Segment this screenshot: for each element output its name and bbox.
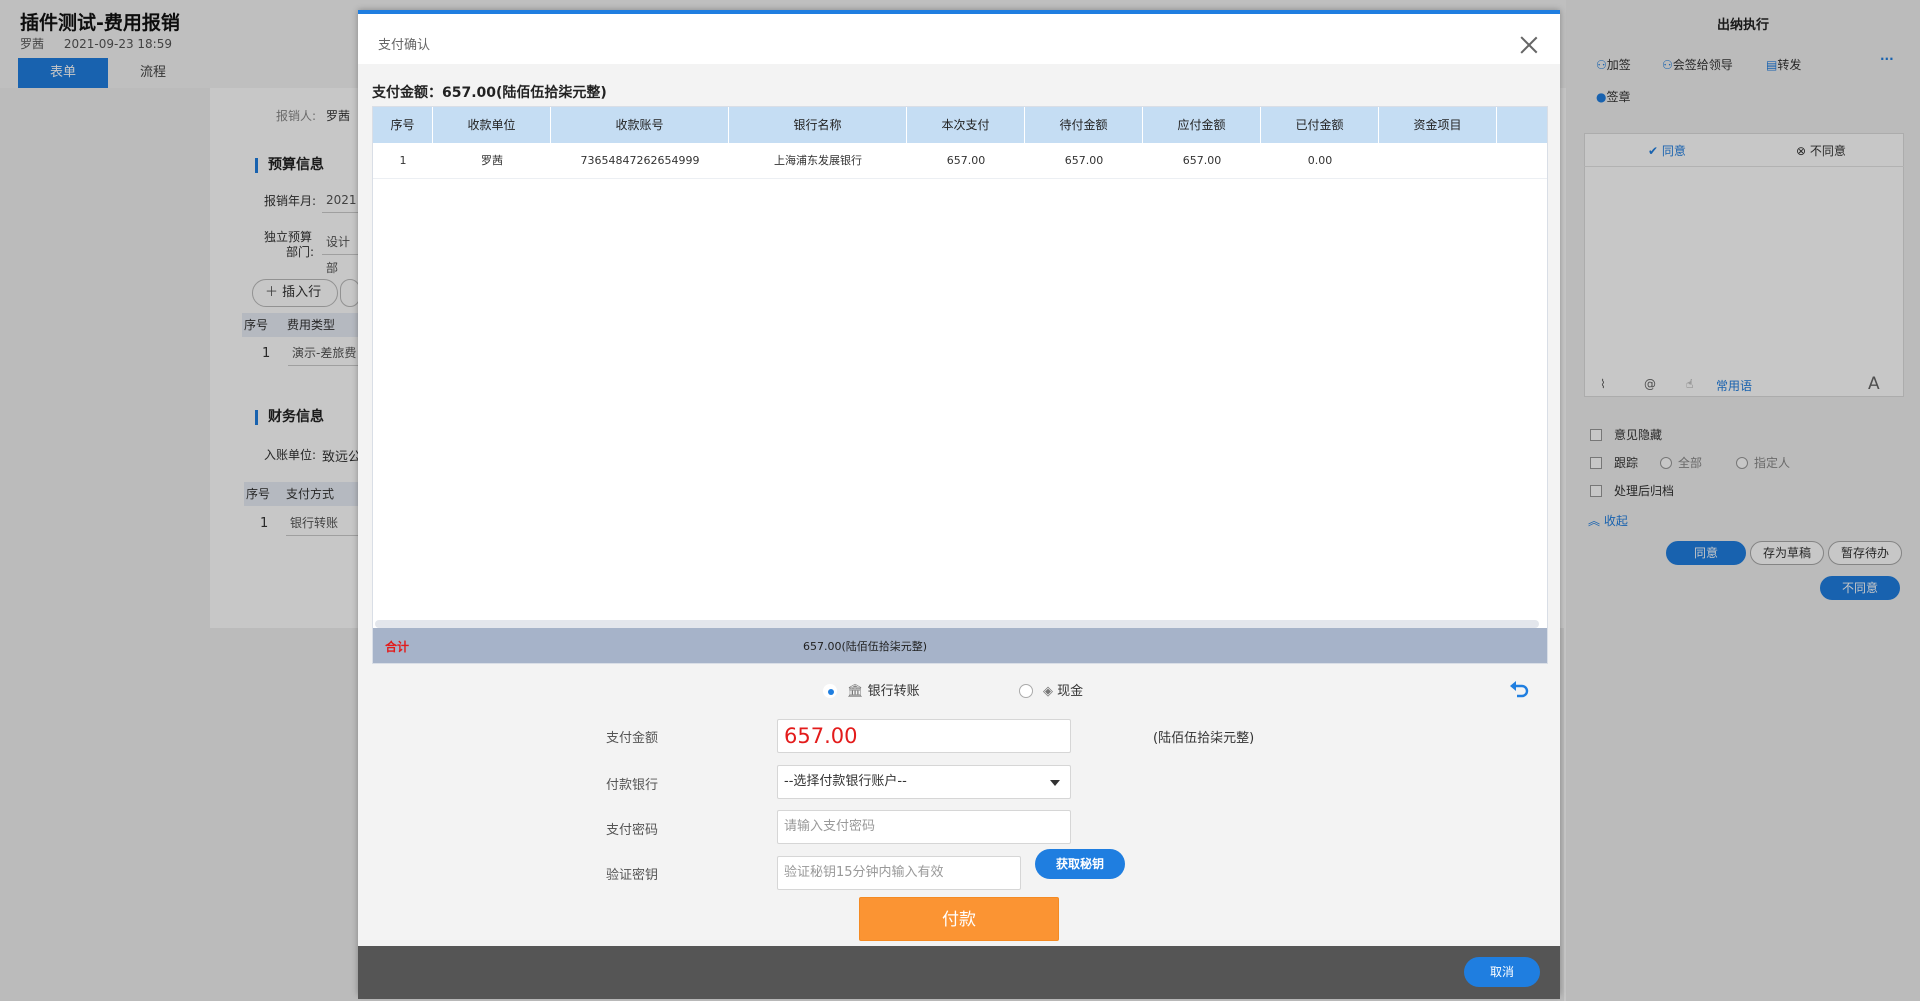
bank-icon: 🏛 — [847, 684, 864, 699]
cash-icon: ◈ — [1043, 684, 1053, 699]
total-value: 657.00(陆佰伍拾柒元整) — [803, 640, 928, 653]
payee-grid: 序号 收款单位 收款账号 银行名称 本次支付 待付金额 应付金额 已付金额 资金… — [372, 106, 1548, 664]
col-bank-name: 银行名称 — [729, 107, 907, 143]
bank-select[interactable]: --选择付款银行账户-- — [777, 765, 1071, 799]
amount-in-words: (陆佰伍拾柒元整) — [1153, 731, 1255, 746]
password-input[interactable]: 请输入支付密码 — [777, 810, 1071, 844]
col-current-pay: 本次支付 — [907, 107, 1025, 143]
grid-total-row: 合计 657.00(陆佰伍拾柒元整) — [373, 628, 1547, 663]
amount-input[interactable]: 657.00 — [777, 719, 1071, 753]
payee-grid-header: 序号 收款单位 收款账号 银行名称 本次支付 待付金额 应付金额 已付金额 资金… — [373, 107, 1547, 143]
cash-label: 现金 — [1057, 684, 1084, 699]
col-payable: 应付金额 — [1143, 107, 1261, 143]
payment-amount-summary: 支付金额：657.00(陆佰伍拾柒元整) — [372, 85, 607, 101]
password-label: 支付密码 — [605, 823, 658, 838]
pay-button[interactable]: 付款 — [859, 897, 1059, 941]
verify-key-label: 验证密钥 — [605, 868, 658, 883]
col-fund-item: 资金项目 — [1379, 107, 1497, 143]
col-payee-account: 收款账号 — [551, 107, 729, 143]
payment-confirm-dialog: 支付确认 支付金额：657.00(陆佰伍拾柒元整) 序号 收款单位 收款账号 银… — [358, 10, 1560, 999]
bank-transfer-label: 银行转账 — [867, 684, 920, 699]
dialog-title: 支付确认 — [378, 38, 431, 53]
dialog-header: 支付确认 — [358, 14, 1560, 64]
cell-no: 1 — [399, 154, 407, 167]
cancel-button[interactable]: 取消 — [1464, 957, 1540, 987]
total-label: 合计 — [385, 640, 410, 654]
amount-label: 支付金额 — [605, 731, 658, 746]
col-paid: 已付金额 — [1261, 107, 1379, 143]
cell-payee-unit: 罗茜 — [481, 154, 503, 167]
cell-payable: 657.00 — [1182, 154, 1222, 167]
col-no: 序号 — [373, 107, 433, 143]
bank-select-value: --选择付款银行账户-- — [784, 774, 907, 789]
undo-icon[interactable] — [1508, 678, 1530, 700]
cell-bank-name: 上海浦东发展银行 — [774, 154, 862, 167]
radio-unselected — [1019, 684, 1033, 698]
radio-selected — [823, 684, 837, 698]
cell-current-pay: 657.00 — [946, 154, 986, 167]
verify-key-input[interactable]: 验证秘钥15分钟内输入有效 — [777, 856, 1021, 890]
bank-label: 付款银行 — [605, 778, 658, 793]
cell-pending: 657.00 — [1064, 154, 1104, 167]
pay-method-cash[interactable]: ◈ 现金 — [1019, 680, 1083, 699]
caret-down-icon — [1050, 780, 1060, 786]
col-payee-unit: 收款单位 — [433, 107, 551, 143]
cell-fund-item — [1379, 143, 1497, 179]
dialog-footer: 取消 — [358, 946, 1560, 999]
get-key-button[interactable]: 获取秘钥 — [1035, 849, 1125, 879]
close-icon[interactable] — [1518, 34, 1540, 56]
table-row[interactable]: 1 罗茜 73654847262654999 上海浦东发展银行 657.00 6… — [373, 143, 1547, 179]
col-pending: 待付金额 — [1025, 107, 1143, 143]
cell-payee-account: 73654847262654999 — [580, 154, 700, 167]
cell-paid: 0.00 — [1307, 154, 1333, 167]
horizontal-scrollbar[interactable] — [375, 620, 1539, 628]
pay-method-bank-transfer[interactable]: 🏛 银行转账 — [823, 680, 920, 699]
